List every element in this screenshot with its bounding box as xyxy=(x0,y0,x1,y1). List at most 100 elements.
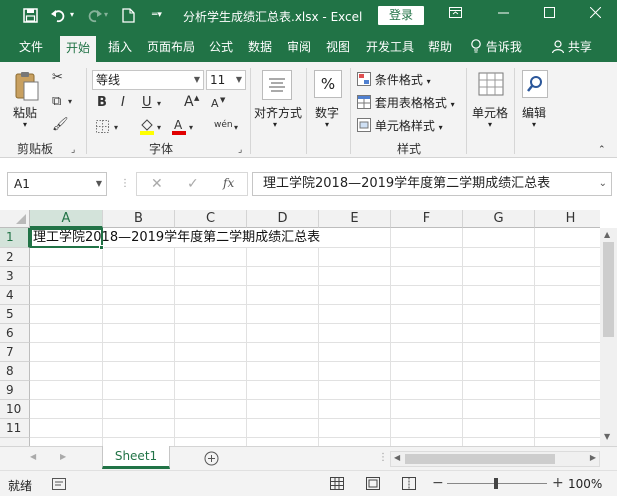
cancel-icon[interactable]: ✕ xyxy=(151,176,163,192)
tab-view[interactable]: 视图 xyxy=(324,32,352,62)
border-icon[interactable] xyxy=(96,120,109,133)
underline-dropdown-icon[interactable]: ▾ xyxy=(157,96,161,112)
tab-insert[interactable]: 插入 xyxy=(106,32,134,62)
paste-icon[interactable] xyxy=(14,70,40,102)
scroll-left-icon[interactable]: ◀ xyxy=(394,453,400,462)
formula-input[interactable]: 理工学院2018—2019学年度第二学期成绩汇总表 ⌄ xyxy=(252,172,612,196)
row-header-9[interactable]: 9 xyxy=(0,381,30,400)
column-header-c[interactable]: C xyxy=(175,210,247,228)
shrink-font-button[interactable]: A xyxy=(211,96,219,112)
phonetic-guide-button[interactable]: wén xyxy=(214,117,233,133)
tab-help[interactable]: 帮助 xyxy=(426,32,454,62)
expand-formula-icon[interactable]: ⌄ xyxy=(599,173,607,195)
page-layout-view-icon[interactable] xyxy=(366,477,380,490)
scroll-down-icon[interactable]: ▼ xyxy=(604,432,610,441)
cell-styles-button[interactable]: 单元格样式 ▾ xyxy=(357,117,443,134)
page-break-view-icon[interactable] xyxy=(402,477,416,490)
phonetic-dropdown-icon[interactable]: ▾ xyxy=(234,120,238,136)
undo-dropdown-icon[interactable]: ▾ xyxy=(70,6,74,24)
row-header-6[interactable]: 6 xyxy=(0,324,30,343)
tab-file[interactable]: 文件 xyxy=(17,32,45,62)
new-file-icon[interactable] xyxy=(122,8,135,23)
column-header-d[interactable]: D xyxy=(247,210,319,228)
sheet-tab-sheet1[interactable]: Sheet1 xyxy=(102,446,170,469)
copy-dropdown-icon[interactable]: ▾ xyxy=(68,94,72,110)
tab-review[interactable]: 审阅 xyxy=(285,32,313,62)
customize-qat-icon[interactable]: ═▾ xyxy=(152,6,162,24)
column-header-g[interactable]: G xyxy=(463,210,535,228)
split-handle-icon[interactable]: ⋮ xyxy=(378,452,388,463)
add-sheet-icon[interactable] xyxy=(204,451,219,466)
normal-view-icon[interactable] xyxy=(330,477,344,490)
paste-label[interactable]: 粘贴 xyxy=(13,104,37,121)
ribbon-display-icon[interactable] xyxy=(440,4,470,26)
fill-color-icon[interactable] xyxy=(139,117,155,135)
column-header-e[interactable]: E xyxy=(319,210,391,228)
column-header-b[interactable]: B xyxy=(103,210,175,228)
row-header-4[interactable]: 4 xyxy=(0,286,30,305)
zoom-in-icon[interactable]: + xyxy=(552,475,564,491)
column-header-a[interactable]: A xyxy=(30,210,103,228)
font-color-icon[interactable]: A xyxy=(171,117,187,135)
search-icon[interactable] xyxy=(522,70,548,98)
redo-dropdown-icon[interactable]: ▾ xyxy=(104,6,108,24)
row-header-2[interactable]: 2 xyxy=(0,248,30,267)
share-button[interactable]: 共享 xyxy=(550,32,594,62)
collapse-ribbon-icon[interactable]: ⌃ xyxy=(598,142,606,158)
tab-developer[interactable]: 开发工具 xyxy=(364,32,416,62)
tell-me-button[interactable]: 告诉我 xyxy=(468,32,524,62)
confirm-icon[interactable]: ✓ xyxy=(187,176,199,192)
scroll-thumb[interactable] xyxy=(603,242,614,337)
tab-page-layout[interactable]: 页面布局 xyxy=(145,32,197,62)
format-painter-icon[interactable]: 🖌 xyxy=(52,117,69,133)
font-size-select[interactable]: 11 ▼ xyxy=(206,70,246,90)
zoom-out-icon[interactable]: − xyxy=(432,475,444,491)
conditional-format-button[interactable]: 条件格式 ▾ xyxy=(357,71,431,88)
close-icon[interactable] xyxy=(580,4,610,26)
grow-font-button[interactable]: A xyxy=(184,94,194,110)
row-header-10[interactable]: 10 xyxy=(0,400,30,419)
save-icon[interactable] xyxy=(23,8,38,23)
scroll-right-icon[interactable]: ▶ xyxy=(590,453,596,462)
row-header-1[interactable]: 1 xyxy=(0,228,30,248)
tab-data[interactable]: 数据 xyxy=(246,32,274,62)
paste-dropdown-icon[interactable]: ▾ xyxy=(23,120,27,129)
select-all-corner[interactable] xyxy=(0,210,30,228)
italic-button[interactable]: I xyxy=(121,95,125,111)
percent-icon[interactable]: % xyxy=(314,70,342,98)
redo-icon[interactable] xyxy=(86,8,102,23)
tab-formulas[interactable]: 公式 xyxy=(207,32,235,62)
scroll-up-icon[interactable]: ▲ xyxy=(604,230,610,239)
cells-icon[interactable] xyxy=(478,70,504,98)
row-header-7[interactable]: 7 xyxy=(0,343,30,362)
copy-icon[interactable]: ⧉ xyxy=(52,94,61,110)
row-header-5[interactable]: 5 xyxy=(0,305,30,324)
row-header-11[interactable]: 11 xyxy=(0,419,30,438)
login-button[interactable]: 登录 xyxy=(378,6,424,25)
vertical-scrollbar[interactable]: ▲ ▼ xyxy=(600,228,617,446)
next-sheet-icon[interactable]: ▶ xyxy=(60,452,66,461)
drag-handle-icon[interactable]: ⋮ xyxy=(120,172,130,196)
tab-home[interactable]: 开始 xyxy=(60,36,97,62)
font-color-dropdown-icon[interactable]: ▾ xyxy=(189,120,193,136)
underline-button[interactable]: U xyxy=(142,95,152,111)
row-header-partial[interactable] xyxy=(0,438,30,446)
name-box[interactable]: A1 ▼ xyxy=(7,172,107,196)
font-name-select[interactable]: 等线 ▼ xyxy=(92,70,204,90)
horizontal-scrollbar[interactable]: ◀ ▶ xyxy=(390,451,600,467)
prev-sheet-icon[interactable]: ◀ xyxy=(30,452,36,461)
bold-button[interactable]: B xyxy=(97,95,107,111)
row-header-8[interactable]: 8 xyxy=(0,362,30,381)
column-header-f[interactable]: F xyxy=(391,210,463,228)
font-launcher-icon[interactable]: ⌟ xyxy=(238,142,242,158)
macro-record-icon[interactable] xyxy=(52,478,66,490)
row-header-3[interactable]: 3 xyxy=(0,267,30,286)
maximize-icon[interactable] xyxy=(534,4,564,26)
undo-icon[interactable] xyxy=(51,8,67,23)
format-as-table-button[interactable]: 套用表格格式 ▾ xyxy=(357,94,455,111)
clipboard-launcher-icon[interactable]: ⌟ xyxy=(71,142,75,158)
minimize-icon[interactable] xyxy=(488,4,518,26)
border-dropdown-icon[interactable]: ▾ xyxy=(114,120,118,136)
spreadsheet-grid[interactable]: A B C D E F G H 1 2 3 4 5 6 7 8 9 10 11 xyxy=(0,210,600,446)
column-header-h[interactable]: H xyxy=(535,210,600,228)
